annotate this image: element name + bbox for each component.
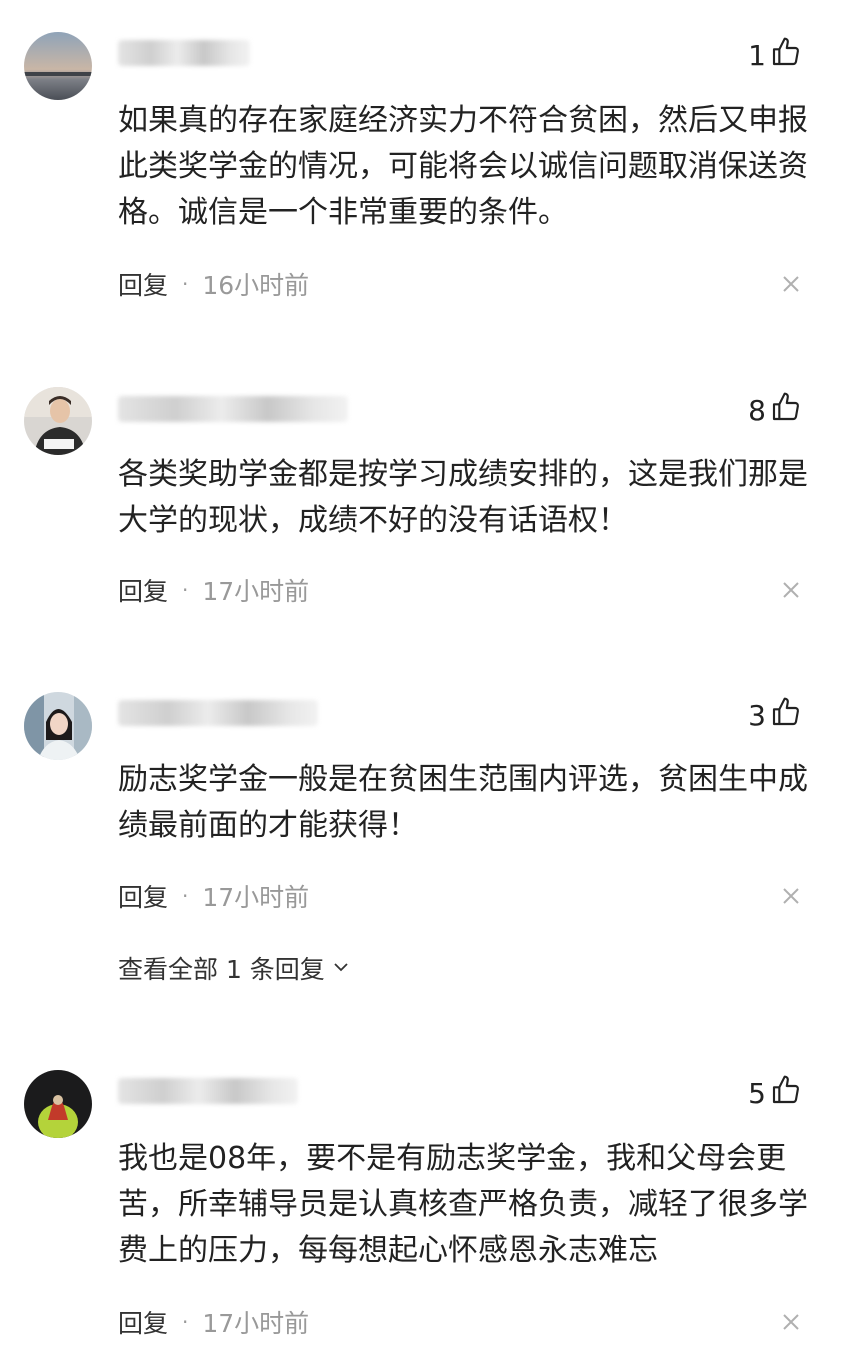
comment-text: 如果真的存在家庭经济实力不符合贫困，然后又申报此类奖学金的情况，可能将会以诚信问… — [118, 103, 808, 230]
comment-text: 励志奖学金一般是在贫困生范围内评选，贫困生中成绩最前面的才能获得！ — [118, 762, 808, 843]
separator-dot: · — [182, 272, 189, 296]
comment-text: 各类奖助学金都是按学习成绩安排的，这是我们那是大学的现状，成绩不好的没有话语权！ — [118, 457, 808, 538]
close-icon[interactable] — [780, 273, 802, 295]
timestamp: 16小时前 — [202, 271, 310, 300]
separator-dot: · — [182, 884, 189, 908]
comment-list: 1 如果真的存在家庭经济实力不符合贫困，然后又申报此类奖学金的情况，可能将会以诚… — [0, 0, 856, 1350]
view-all-replies-button[interactable]: 查看全部 1 条回复 — [118, 951, 351, 985]
avatar[interactable] — [24, 32, 92, 100]
username-blurred[interactable] — [118, 1078, 298, 1104]
timestamp: 17小时前 — [202, 577, 310, 606]
like-button[interactable]: 5 — [748, 1074, 802, 1113]
close-icon[interactable] — [780, 1311, 802, 1333]
like-count: 5 — [748, 1076, 766, 1110]
thumbs-up-icon — [770, 391, 802, 430]
avatar[interactable] — [24, 387, 92, 455]
close-icon[interactable] — [780, 579, 802, 601]
avatar[interactable] — [24, 1070, 92, 1138]
like-count: 1 — [748, 38, 766, 72]
username-blurred[interactable] — [118, 700, 318, 726]
comment-meta: 回复 · 16小时前 — [118, 267, 802, 301]
timestamp: 17小时前 — [202, 883, 310, 912]
separator-dot: · — [182, 1310, 189, 1334]
avatar[interactable] — [24, 692, 92, 760]
comment-text: 我也是08年，要不是有励志奖学金，我和父母会更苦，所幸辅导员是认真核查严格负责，… — [118, 1141, 808, 1268]
reply-button[interactable]: 回复 — [118, 572, 168, 608]
thumbs-up-icon — [770, 1074, 802, 1113]
separator-dot: · — [182, 578, 189, 602]
reply-button[interactable]: 回复 — [118, 266, 168, 302]
comment-meta: 回复 · 17小时前 — [118, 879, 802, 913]
thumbs-up-icon — [770, 696, 802, 735]
like-count: 3 — [748, 698, 766, 732]
username-blurred[interactable] — [118, 396, 348, 422]
like-button[interactable]: 1 — [748, 36, 802, 75]
comment-meta: 回复 · 17小时前 — [118, 1305, 802, 1339]
comment-meta: 回复 · 17小时前 — [118, 573, 802, 607]
username-blurred[interactable] — [118, 40, 250, 66]
reply-button[interactable]: 回复 — [118, 878, 168, 914]
chevron-down-icon — [331, 954, 351, 983]
like-count: 8 — [748, 393, 766, 427]
close-icon[interactable] — [780, 885, 802, 907]
thumbs-up-icon — [770, 36, 802, 75]
timestamp: 17小时前 — [202, 1309, 310, 1338]
view-all-replies-label: 查看全部 1 条回复 — [118, 955, 325, 984]
like-button[interactable]: 8 — [748, 391, 802, 430]
like-button[interactable]: 3 — [748, 696, 802, 735]
reply-button[interactable]: 回复 — [118, 1304, 168, 1340]
